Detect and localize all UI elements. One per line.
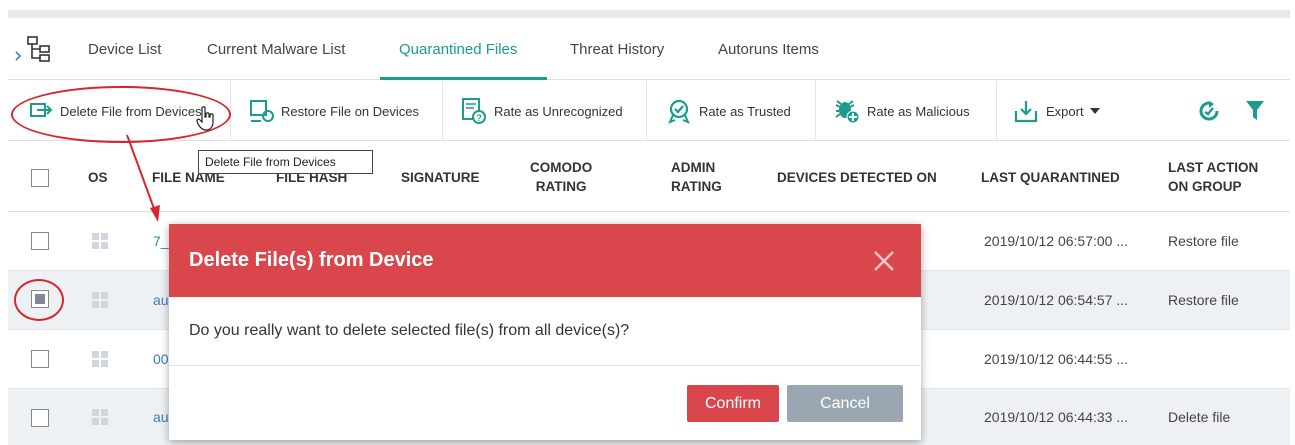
column-last-quarantined[interactable]: LAST QUARANTINED	[981, 168, 1120, 187]
restore-file-label: Restore File on Devices	[281, 103, 419, 119]
column-last-action-line1: LAST ACTION	[1168, 160, 1259, 175]
filter-icon[interactable]	[1245, 100, 1265, 122]
toolbar-separator	[996, 81, 997, 141]
row-checkbox[interactable]	[31, 409, 49, 427]
last-quarantined-cell: 2019/10/12 06:57:00 ...	[984, 233, 1129, 249]
column-comodo-rating[interactable]: COMODO RATING	[530, 158, 592, 196]
confirm-button[interactable]: Confirm	[687, 385, 779, 422]
dialog-title: Delete File(s) from Device	[189, 249, 434, 271]
tab-device-list[interactable]: Device List	[88, 18, 161, 80]
windows-icon	[92, 351, 108, 367]
trusted-icon	[668, 99, 690, 124]
tab-current-malware-list[interactable]: Current Malware List	[207, 18, 345, 80]
tooltip: Delete File from Devices	[198, 150, 373, 174]
column-devices-detected-on[interactable]: DEVICES DETECTED ON	[777, 168, 937, 187]
file-name-link[interactable]: 7_	[153, 212, 169, 271]
row-checkbox[interactable]	[31, 350, 49, 368]
tab-bar: Device List Current Malware List Quarant…	[8, 18, 1290, 80]
malicious-icon	[835, 100, 860, 124]
close-icon[interactable]	[873, 250, 895, 272]
last-quarantined-cell: 2019/10/12 06:44:33 ...	[984, 409, 1129, 425]
restore-file-button[interactable]: Restore File on Devices	[249, 81, 419, 141]
cursor-icon	[196, 106, 214, 131]
top-strip	[8, 10, 1290, 18]
file-name-link[interactable]: au	[153, 271, 169, 330]
active-tab-indicator	[380, 77, 547, 80]
last-quarantined-cell: 2019/10/12 06:44:55 ...	[984, 351, 1129, 367]
tab-autoruns-items[interactable]: Autoruns Items	[718, 18, 819, 80]
toolbar-separator	[815, 81, 816, 141]
rate-malicious-label: Rate as Malicious	[867, 103, 970, 119]
file-name-link[interactable]: 00	[153, 330, 169, 389]
file-name-link[interactable]: au	[153, 389, 169, 445]
rate-unrecognized-button[interactable]: ? Rate as Unrecognized	[460, 81, 623, 141]
restore-file-icon	[250, 100, 274, 122]
unrecognized-icon: ?	[462, 98, 486, 124]
refresh-icon[interactable]	[1197, 99, 1221, 123]
toolbar-separator	[442, 81, 443, 141]
column-admin-rating-line1: ADMIN	[671, 160, 716, 175]
svg-text:?: ?	[476, 113, 482, 123]
column-admin-rating[interactable]: ADMIN RATING	[671, 158, 722, 196]
tab-threat-history[interactable]: Threat History	[570, 18, 664, 80]
tree-icon[interactable]	[14, 34, 54, 64]
rate-trusted-button[interactable]: Rate as Trusted	[665, 81, 791, 141]
column-comodo-rating-line2: RATING	[535, 179, 587, 194]
column-last-action-line2: ON GROUP	[1168, 179, 1242, 194]
column-last-action-on-group[interactable]: LAST ACTION ON GROUP	[1168, 158, 1258, 196]
column-os[interactable]: OS	[88, 168, 108, 187]
windows-icon	[92, 233, 108, 249]
rate-unrecognized-label: Rate as Unrecognized	[494, 103, 623, 119]
rate-trusted-label: Rate as Trusted	[699, 103, 791, 119]
last-quarantined-cell: 2019/10/12 06:54:57 ...	[984, 292, 1129, 308]
toolbar-separator	[646, 81, 647, 141]
column-comodo-rating-line1: COMODO	[530, 160, 593, 175]
last-action-cell: Restore file	[1168, 233, 1239, 249]
annotation-ellipse-checkbox	[14, 279, 64, 321]
row-checkbox[interactable]	[31, 232, 49, 250]
export-label: Export	[1046, 103, 1084, 119]
dialog-header: Delete File(s) from Device	[169, 224, 921, 297]
select-all-checkbox[interactable]	[31, 169, 49, 187]
dialog-message: Do you really want to delete selected fi…	[189, 322, 630, 339]
windows-icon	[92, 409, 108, 425]
cancel-button[interactable]: Cancel	[787, 385, 903, 422]
delete-confirm-dialog: Delete File(s) from Device Do you really…	[169, 224, 921, 440]
dialog-divider	[169, 365, 921, 366]
rate-malicious-button[interactable]: Rate as Malicious	[833, 81, 970, 141]
last-action-cell: Delete file	[1168, 409, 1231, 425]
column-admin-rating-line2: RATING	[671, 179, 722, 194]
windows-icon	[92, 292, 108, 308]
tab-quarantined-files[interactable]: Quarantined Files	[399, 18, 517, 80]
column-signature[interactable]: SIGNATURE	[401, 168, 480, 187]
app-frame: Device List Current Malware List Quarant…	[0, 0, 1295, 445]
export-icon	[1014, 101, 1038, 123]
last-action-cell: Restore file	[1168, 292, 1239, 308]
chevron-down-icon	[1089, 108, 1100, 114]
export-button[interactable]: Export	[1014, 81, 1100, 141]
